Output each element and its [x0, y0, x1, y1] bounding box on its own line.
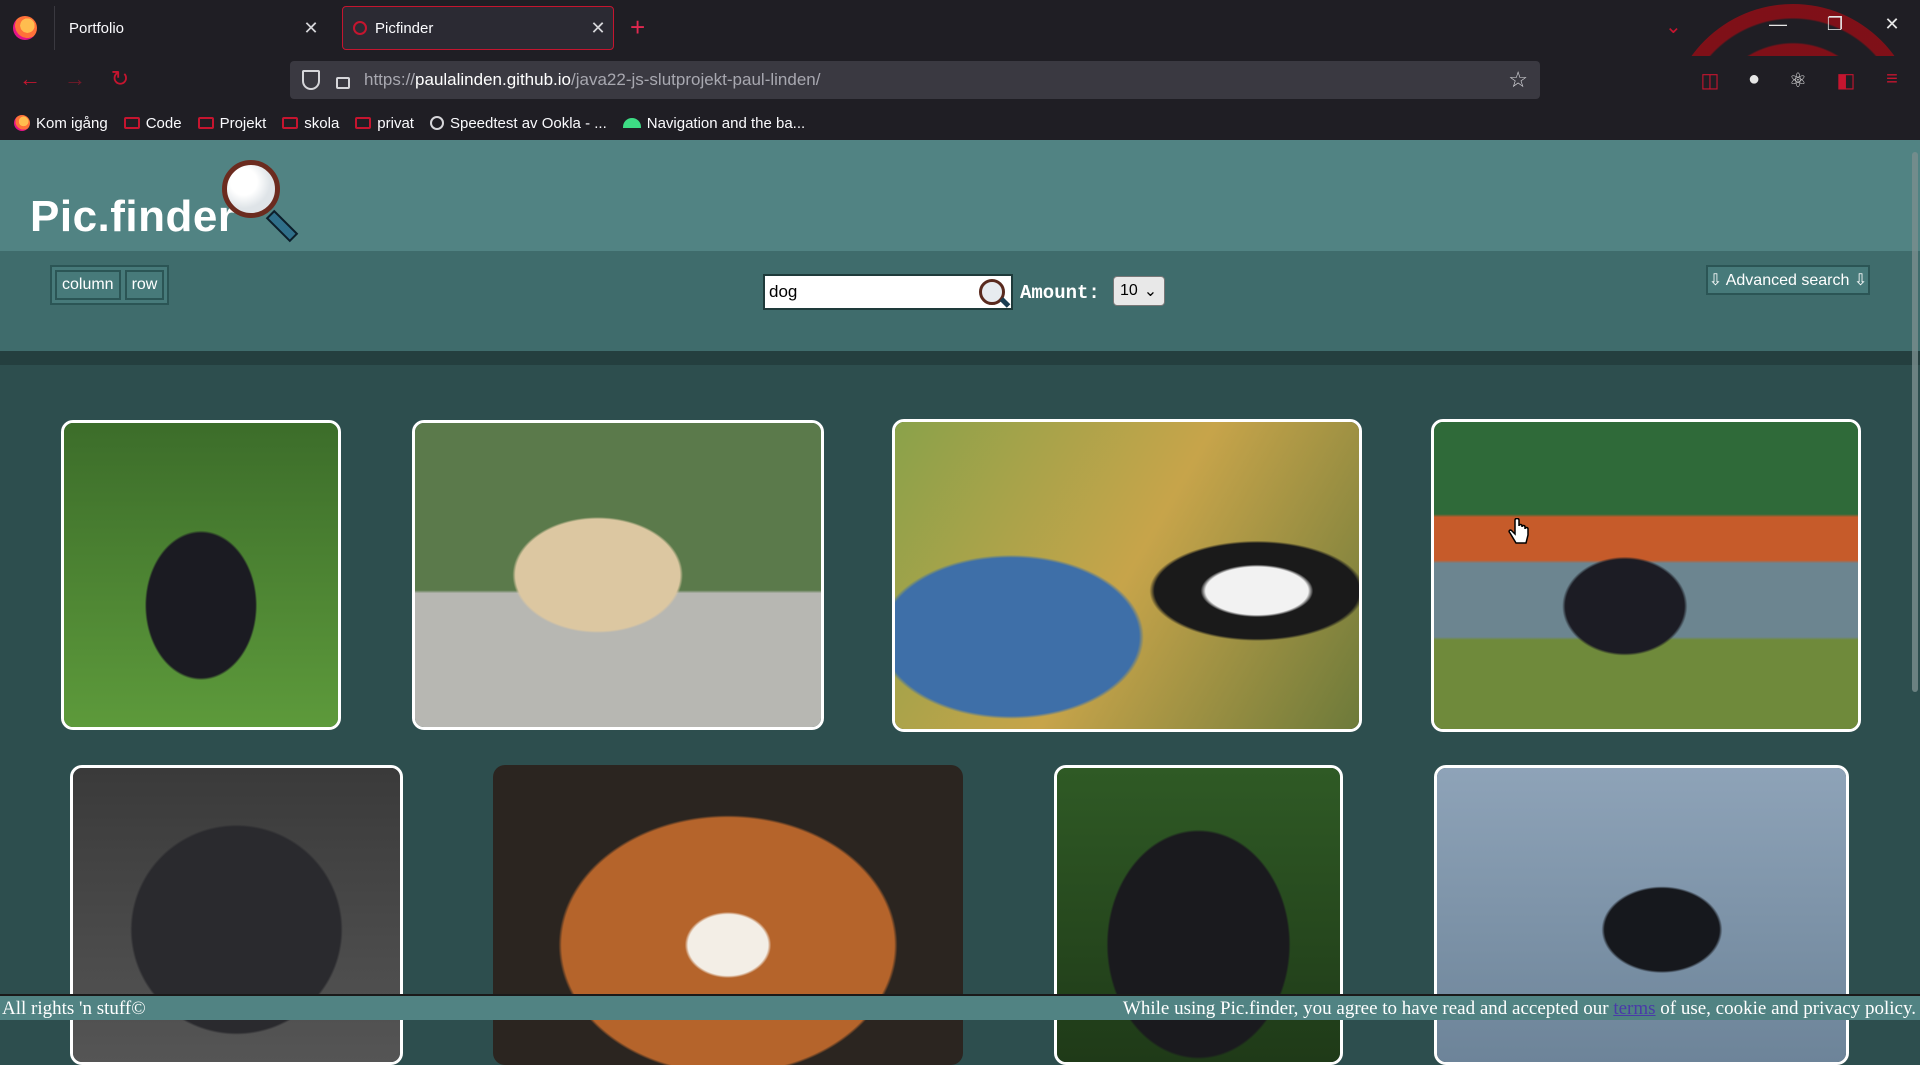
bookmark-label: privat — [377, 114, 414, 132]
folder-icon — [123, 117, 140, 129]
dog-photo — [895, 422, 1359, 729]
copyright-text: All rights 'n stuff© — [2, 998, 146, 1019]
bookmark-label: Projekt — [219, 114, 267, 132]
close-window-button[interactable]: ✕ — [1872, 14, 1912, 35]
bookmark-label: Code — [145, 114, 182, 132]
gallery-image[interactable] — [892, 419, 1362, 732]
terms-suffix: of use, cookie and privacy policy. — [1660, 998, 1916, 1019]
magnifier-logo-icon — [222, 160, 280, 218]
restore-button[interactable]: ❐ — [1815, 14, 1855, 35]
divider — [0, 351, 1920, 365]
bookmark-label: skola — [304, 114, 340, 132]
site-logo-text: Pic.finder — [30, 192, 236, 241]
forward-button[interactable]: → — [60, 66, 90, 92]
folder-icon — [197, 117, 214, 129]
column-view-button[interactable]: column — [55, 270, 121, 300]
search-input[interactable] — [765, 282, 975, 302]
menu-icon[interactable]: ≡ — [1878, 68, 1906, 91]
dog-photo — [64, 423, 338, 727]
search-icon — [353, 21, 367, 35]
page-scrollbar[interactable] — [1912, 152, 1918, 692]
tab-portfolio[interactable]: Portfolio ✕ — [54, 6, 326, 50]
url-text[interactable]: https://paulalinden.github.io/java22-js-… — [364, 70, 1508, 90]
browser-nav-bar: ← → ↻ https://paulalinden.github.io/java… — [0, 56, 1920, 106]
amount-select[interactable]: 10 ⌄ — [1113, 276, 1165, 306]
bookmark-navigation[interactable]: Navigation and the ba... — [622, 114, 806, 132]
back-button[interactable]: ← — [15, 66, 45, 92]
gallery-image[interactable] — [70, 765, 403, 1065]
address-bar[interactable]: https://paulalinden.github.io/java22-js-… — [290, 61, 1540, 99]
pocket-icon[interactable]: ◫ — [1696, 68, 1724, 93]
gallery-image[interactable] — [61, 420, 341, 730]
search-controls: column row Amount: 10 ⌄ ⇩ Advanced searc… — [0, 251, 1920, 351]
firefox-icon[interactable] — [13, 16, 37, 40]
close-icon[interactable]: ✕ — [296, 18, 326, 39]
bookmark-label: Kom igång — [36, 114, 108, 132]
folder-icon — [282, 117, 299, 129]
gallery-image[interactable] — [1431, 419, 1861, 732]
account-avatar-icon[interactable]: ● — [1740, 68, 1768, 91]
dog-photo — [415, 423, 821, 727]
bookmark-projekt[interactable]: Projekt — [197, 114, 267, 132]
site-footer: All rights 'n stuff© While using Pic.fin… — [0, 994, 1920, 1020]
gallery-image[interactable] — [1054, 765, 1343, 1065]
url-path: /java22-js-slutprojekt-paul-linden/ — [571, 70, 821, 89]
site-header: Pic.finder — [0, 140, 1920, 251]
hand-cursor-icon — [1508, 518, 1529, 544]
tab-picfinder[interactable]: Picfinder ✕ — [342, 6, 614, 50]
chevron-down-icon: ⌄ — [1143, 283, 1158, 300]
bookmark-privat[interactable]: privat — [355, 115, 414, 132]
advanced-search-button[interactable]: ⇩ Advanced search ⇩ — [1706, 265, 1870, 295]
search-icon[interactable] — [979, 279, 1005, 305]
android-icon — [622, 118, 641, 128]
gallery-image[interactable] — [412, 420, 824, 730]
url-domain: paulalinden.github.io — [415, 70, 571, 89]
close-icon[interactable]: ✕ — [583, 18, 613, 39]
dog-photo — [493, 765, 963, 1065]
minimize-button[interactable]: — — [1758, 14, 1798, 35]
bookmarks-toolbar: Kom igång Code Projekt skola privat Spee… — [0, 106, 1920, 140]
bookmark-speedtest[interactable]: Speedtest av Ookla - ... — [429, 114, 607, 132]
bookmark-label: Navigation and the ba... — [646, 114, 806, 132]
terms-prefix: While using Pic.finder, you agree to hav… — [1122, 998, 1609, 1019]
react-devtools-icon[interactable]: ⚛ — [1784, 68, 1812, 93]
new-tab-button[interactable]: + — [630, 12, 645, 43]
tab-label: Picfinder — [375, 19, 434, 37]
url-prefix: https:// — [364, 70, 416, 89]
bookmark-skola[interactable]: skola — [282, 115, 339, 132]
bookmark-kom-igang[interactable]: Kom igång — [14, 115, 108, 132]
bookmark-star-icon[interactable]: ☆ — [1508, 67, 1528, 93]
folder-icon — [355, 117, 372, 129]
dog-photo — [1434, 422, 1858, 729]
terms-notice: While using Pic.finder, you agree to hav… — [1123, 998, 1916, 1020]
extensions-icon[interactable]: ◧ — [1832, 68, 1860, 93]
firefox-icon — [14, 115, 30, 131]
amount-value: 10 — [1120, 282, 1138, 299]
shield-icon[interactable] — [302, 70, 320, 90]
search-box — [763, 274, 1013, 310]
reload-button[interactable]: ↻ — [105, 66, 135, 92]
magnifier-handle — [265, 209, 299, 243]
gallery-image[interactable] — [493, 765, 963, 1065]
page-content: Pic.finder column row Amount: 10 ⌄ ⇩ Adv… — [0, 140, 1920, 1065]
gallery-image[interactable] — [1434, 765, 1849, 1065]
bookmark-code[interactable]: Code — [123, 114, 182, 132]
row-view-button[interactable]: row — [124, 270, 165, 300]
speedtest-icon — [429, 116, 444, 130]
amount-label: Amount: — [1020, 282, 1100, 304]
chevron-down-icon[interactable]: ⌄ — [1665, 14, 1682, 39]
browser-tab-bar: Portfolio ✕ Picfinder ✕ + ⌄ — ❐ ✕ — [0, 0, 1920, 56]
view-toggle: column row — [50, 265, 170, 305]
bookmark-label: Speedtest av Ookla - ... — [449, 114, 607, 132]
lock-icon[interactable] — [336, 77, 350, 89]
tab-label: Portfolio — [69, 19, 125, 37]
terms-link[interactable]: terms — [1613, 998, 1655, 1019]
